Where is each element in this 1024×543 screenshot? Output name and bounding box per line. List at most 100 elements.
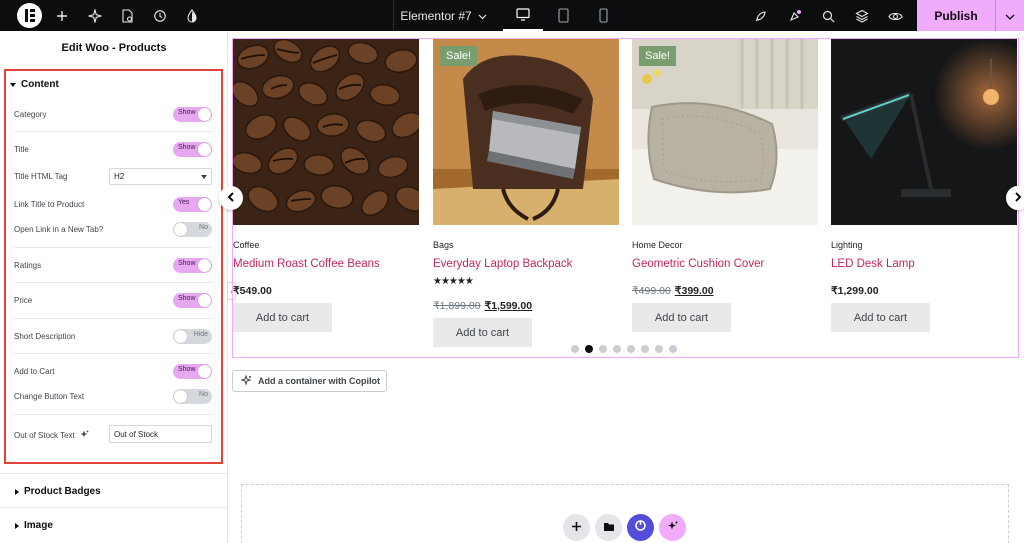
product-title-link[interactable]: Medium Roast Coffee Beans: [233, 258, 380, 270]
carousel-next-button[interactable]: [1006, 186, 1024, 210]
link-title-label: Link Title to Product: [14, 200, 85, 209]
chevron-left-icon: [227, 189, 235, 207]
product-old-price: ₹499.00: [632, 285, 671, 297]
add-to-cart-button[interactable]: Add to cart: [233, 303, 332, 332]
content-section-toggle[interactable]: Content: [10, 79, 59, 90]
product-image-laptop-backpack[interactable]: Sale!: [433, 39, 619, 225]
mobile-icon[interactable]: [583, 0, 623, 31]
out-of-stock-label: Out of Stock Text: [14, 431, 75, 440]
layers-icon[interactable]: [849, 3, 875, 29]
product-price: ₹549.00: [233, 285, 272, 297]
desktop-icon[interactable]: [503, 0, 543, 31]
caret-down-icon: [201, 175, 207, 179]
image-section[interactable]: Image: [0, 507, 228, 541]
notification-icon[interactable]: [782, 3, 808, 29]
product-category: Home Decor: [632, 240, 683, 250]
ai-sparkle-icon: [667, 519, 679, 537]
input-value: Out of Stock: [114, 429, 159, 439]
add-section-dropzone[interactable]: [241, 484, 1009, 543]
tablet-icon[interactable]: [543, 0, 583, 31]
add-to-cart-button[interactable]: Add to cart: [831, 303, 930, 332]
chevron-right-icon: [1014, 189, 1022, 207]
add-to-cart-button[interactable]: Add to cart: [632, 303, 731, 332]
caret-down-icon: [10, 82, 16, 87]
chevron-down-icon: [478, 9, 487, 23]
open-new-tab-toggle[interactable]: No: [173, 222, 212, 237]
toggle-text: No: [199, 224, 208, 231]
editor-panel: Edit Woo - Products Content Category Sho…: [0, 31, 228, 543]
product-price: ₹499.00 ₹399.00: [632, 285, 714, 297]
add-element-icon[interactable]: [49, 3, 75, 29]
carousel-dot[interactable]: [655, 345, 663, 353]
add-to-cart-button[interactable]: Add to cart: [433, 318, 532, 347]
product-image-desk-lamp[interactable]: [831, 39, 1017, 225]
out-of-stock-text-input[interactable]: Out of Stock: [109, 425, 212, 443]
product-sale-price: ₹1,599.00: [484, 300, 533, 312]
product-category: Lighting: [831, 240, 863, 250]
title-toggle[interactable]: Show: [173, 142, 212, 157]
link-title-toggle[interactable]: Yes: [173, 197, 212, 212]
chevron-down-icon: [1005, 7, 1015, 25]
product-image-coffee-beans[interactable]: [233, 39, 419, 225]
sale-badge: Sale!: [440, 46, 478, 66]
carousel-dot[interactable]: [669, 345, 677, 353]
product-title-link[interactable]: LED Desk Lamp: [831, 258, 915, 270]
toggle-text: No: [199, 391, 208, 398]
kit-button[interactable]: [627, 514, 654, 541]
add-to-cart-label: Add to Cart: [14, 367, 55, 376]
price-label: Price: [14, 296, 33, 305]
carousel-pagination: [571, 345, 677, 353]
carousel-prev-button[interactable]: [219, 186, 243, 210]
product-category: Bags: [433, 240, 454, 250]
theme-drop-icon[interactable]: [179, 3, 205, 29]
product-badges-section[interactable]: Product Badges: [0, 473, 228, 507]
elementor-logo-icon[interactable]: [17, 3, 42, 28]
out-of-stock-label-row: Out of Stock Text: [14, 430, 89, 441]
product-category: Coffee: [233, 240, 260, 250]
add-container-copilot-button[interactable]: Add a container with Copilot: [232, 370, 387, 392]
open-new-tab-label: Open Link in a New Tab?: [14, 225, 104, 234]
title-html-tag-label: Title HTML Tag: [14, 172, 68, 181]
caret-right-icon: [15, 488, 19, 495]
product-title-link[interactable]: Everyday Laptop Backpack: [433, 258, 572, 270]
content-section-title: Content: [21, 79, 59, 90]
panel-title: Edit Woo - Products: [61, 42, 167, 54]
ai-sparkle-icon[interactable]: [80, 430, 89, 441]
carousel-dot[interactable]: [627, 345, 635, 353]
eye-icon[interactable]: [882, 3, 908, 29]
toggle-text: Show: [178, 295, 196, 302]
carousel-dot[interactable]: [571, 345, 579, 353]
category-toggle[interactable]: Show: [173, 107, 212, 122]
document-title-dropdown[interactable]: Elementor #7: [393, 0, 493, 31]
ratings-label: Ratings: [14, 261, 42, 270]
category-label: Category: [14, 110, 47, 119]
carousel-dot[interactable]: [599, 345, 607, 353]
product-image-cushion[interactable]: Sale!: [632, 39, 818, 225]
ai-generate-button[interactable]: [659, 514, 686, 541]
change-button-text-toggle[interactable]: No: [173, 389, 212, 404]
add-to-cart-toggle[interactable]: Show: [173, 364, 212, 379]
carousel-dot[interactable]: [613, 345, 621, 353]
history-icon[interactable]: [147, 3, 173, 29]
rocket-icon[interactable]: [747, 3, 773, 29]
publish-button[interactable]: Publish: [917, 0, 995, 31]
sparkle-icon[interactable]: [82, 3, 108, 29]
carousel-dot[interactable]: [585, 345, 593, 353]
product-sale-price: ₹399.00: [674, 285, 714, 297]
folder-icon: [603, 519, 615, 537]
ratings-toggle[interactable]: Show: [173, 258, 212, 273]
product-badges-title: Product Badges: [24, 486, 101, 497]
search-icon[interactable]: [815, 3, 841, 29]
publish-options-button[interactable]: [995, 0, 1024, 31]
product-title-link[interactable]: Geometric Cushion Cover: [632, 258, 764, 270]
top-bar: Elementor #7 Publish: [0, 0, 1024, 31]
title-html-tag-select[interactable]: H2: [109, 168, 212, 185]
price-toggle[interactable]: Show: [173, 293, 212, 308]
select-value: H2: [114, 172, 125, 181]
carousel-dot[interactable]: [641, 345, 649, 353]
template-library-button[interactable]: [595, 514, 622, 541]
page-settings-icon[interactable]: [114, 3, 140, 29]
short-description-toggle[interactable]: Hide: [173, 329, 212, 344]
title-label: Title: [14, 145, 29, 154]
add-section-button[interactable]: [563, 514, 590, 541]
